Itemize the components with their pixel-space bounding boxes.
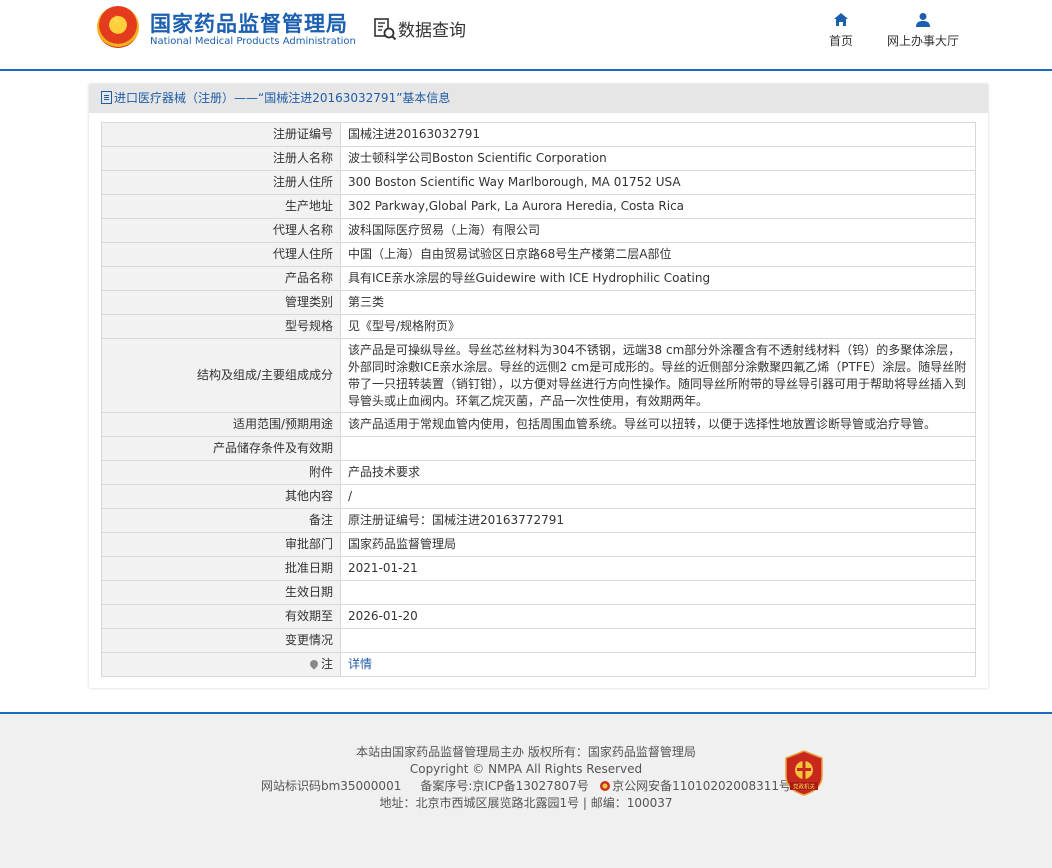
row-value: 中国（上海）自由贸易试验区日京路68号生产楼第二层A部位	[340, 242, 976, 267]
note-label: 注	[320, 657, 333, 671]
detail-panel: 进口医疗器械（注册）——“国械注进20163032791”基本信息 注册证编号国…	[89, 84, 988, 688]
data-query-icon	[374, 18, 397, 41]
row-value: 产品技术要求	[340, 460, 976, 485]
table-row: 结构及组成/主要组成成分 该产品是可操纵导丝。导丝芯丝材料为304不锈钢，远端38…	[101, 338, 976, 413]
table-row-note: 注 详情	[101, 652, 976, 677]
nav-home-label: 首页	[828, 34, 853, 48]
brand-name-en[interactable]: National Medical Products Administration	[150, 36, 356, 47]
row-value: 302 Parkway,Global Park, La Aurora Hered…	[340, 194, 976, 219]
row-label: 产品储存条件及有效期	[101, 436, 341, 461]
footer-icp[interactable]: 备案序号:京ICP备13027807号	[420, 779, 588, 793]
row-value: /	[340, 484, 976, 509]
site-header: 国家药品监督管理局 National Medical Products Admi…	[0, 0, 1052, 71]
header-divider	[0, 69, 1052, 71]
table-row: 生产地址 302 Parkway,Global Park, La Aurora H…	[101, 194, 976, 219]
table-row: 注册人住所 300 Boston Scientific Way Marlborou…	[101, 170, 976, 195]
badge-text: 党政机关	[793, 783, 816, 791]
row-label: 有效期至	[101, 604, 341, 629]
row-label: 备注	[101, 508, 341, 533]
row-value: 300 Boston Scientific Way Marlborough, M…	[340, 170, 976, 195]
nav-online-service-hall[interactable]: 网上办事大厅	[882, 10, 964, 49]
document-icon	[101, 91, 112, 104]
row-value: 第三类	[340, 290, 976, 315]
table-row: 代理人住所 中国（上海）自由贸易试验区日京路68号生产楼第二层A部位	[101, 242, 976, 267]
home-icon	[834, 13, 848, 26]
details-link[interactable]: 详情	[348, 657, 372, 671]
national-emblem-logo[interactable]	[97, 6, 139, 48]
row-value: 该产品适用于常规血管内使用，包括周围血管系统。导丝可以扭转，以便于选择性地放置诊…	[340, 412, 976, 437]
police-badge-icon	[600, 781, 611, 791]
row-label: 产品名称	[101, 266, 341, 291]
row-value	[340, 628, 976, 653]
row-value: 见《型号/规格附页》	[340, 314, 976, 339]
row-label: 生产地址	[101, 194, 341, 219]
row-label: 注册人名称	[101, 146, 341, 171]
table-row: 型号规格 见《型号/规格附页》	[101, 314, 976, 339]
table-row: 变更情况	[101, 628, 976, 653]
table-row: 代理人名称 波科国际医疗贸易（上海）有限公司	[101, 218, 976, 243]
row-value	[340, 436, 976, 461]
table-row: 产品名称 具有ICE亲水涂层的导丝Guidewire with ICE Hydro…	[101, 266, 976, 291]
panel-title: 进口医疗器械（注册）——“国械注进20163032791”基本信息	[114, 91, 451, 105]
footer-address: 地址：北京市西城区展览路北露园1号 | 邮编：100037	[379, 796, 673, 810]
footer-site-id: 网站标识码bm35000001	[260, 779, 402, 793]
table-row: 审批部门 国家药品监督管理局	[101, 532, 976, 557]
table-row: 附件 产品技术要求	[101, 460, 976, 485]
row-label: 代理人住所	[101, 242, 341, 267]
table-row: 产品储存条件及有效期	[101, 436, 976, 461]
row-value: 波科国际医疗贸易（上海）有限公司	[340, 218, 976, 243]
brand-name-cn[interactable]: 国家药品监督管理局	[150, 8, 348, 38]
row-label: 注	[101, 652, 341, 677]
row-value: 国械注进20163032791	[340, 122, 976, 147]
footer-registration: 网站标识码bm35000001 备案序号:京ICP备13027807号 京公网安…	[0, 778, 1052, 795]
table-row: 适用范围/预期用途 该产品适用于常规血管内使用，包括周围血管系统。导丝可以扭转，以…	[101, 412, 976, 437]
row-label: 注册证编号	[101, 122, 341, 147]
table-row: 批准日期 2021-01-21	[101, 556, 976, 581]
table-row: 备注 原注册证编号：国械注进20163772791	[101, 508, 976, 533]
nav-home[interactable]: 首页	[822, 10, 860, 49]
row-label: 批准日期	[101, 556, 341, 581]
nav-online-service-hall-label: 网上办事大厅	[886, 34, 959, 48]
row-label: 生效日期	[101, 580, 341, 605]
row-value: 2026-01-20	[340, 604, 976, 629]
row-value: 波士顿科学公司Boston Scientific Corporation	[340, 146, 976, 171]
row-label: 审批部门	[101, 532, 341, 557]
party-government-badge-icon[interactable]: 党政机关	[784, 750, 824, 796]
row-value: 该产品是可操纵导丝。导丝芯丝材料为304不锈钢，远端38 cm部分外涂覆含有不透…	[340, 338, 976, 413]
row-value: 原注册证编号：国械注进20163772791	[340, 508, 976, 533]
row-label: 注册人住所	[101, 170, 341, 195]
row-value: 2021-01-21	[340, 556, 976, 581]
table-row: 生效日期	[101, 580, 976, 605]
row-value: 具有ICE亲水涂层的导丝Guidewire with ICE Hydrophil…	[340, 266, 976, 291]
table-row: 其他内容 /	[101, 484, 976, 509]
row-label: 变更情况	[101, 628, 341, 653]
table-row: 注册证编号 国械注进20163032791	[101, 122, 976, 147]
row-label: 管理类别	[101, 290, 341, 315]
row-label: 型号规格	[101, 314, 341, 339]
row-value	[340, 580, 976, 605]
user-icon	[916, 13, 930, 27]
row-label: 结构及组成/主要组成成分	[101, 338, 341, 413]
table-row: 注册人名称 波士顿科学公司Boston Scientific Corporatio…	[101, 146, 976, 171]
info-table: 注册证编号 国械注进20163032791 注册人名称 波士顿科学公司Boston S…	[101, 122, 976, 677]
site-footer: 本站由国家药品监督管理局主办 版权所有：国家药品监督管理局 Copyright …	[0, 714, 1052, 868]
footer-copyright: Copyright © NMPA All Rights Reserved	[409, 762, 643, 776]
footer-sponsor: 本站由国家药品监督管理局主办 版权所有：国家药品监督管理局	[356, 745, 696, 759]
row-label: 适用范围/预期用途	[101, 412, 341, 437]
row-value: 国家药品监督管理局	[340, 532, 976, 557]
pin-icon	[308, 658, 320, 670]
table-row: 有效期至 2026-01-20	[101, 604, 976, 629]
row-label: 附件	[101, 460, 341, 485]
row-label: 代理人名称	[101, 218, 341, 243]
footer-police-record[interactable]: 京公网安备11010202008311号	[612, 779, 791, 793]
row-value: 详情	[340, 652, 976, 677]
row-label: 其他内容	[101, 484, 341, 509]
table-row: 管理类别 第三类	[101, 290, 976, 315]
panel-title-bar: 进口医疗器械（注册）——“国械注进20163032791”基本信息	[89, 84, 988, 113]
data-query-title: 数据查询	[398, 21, 466, 41]
